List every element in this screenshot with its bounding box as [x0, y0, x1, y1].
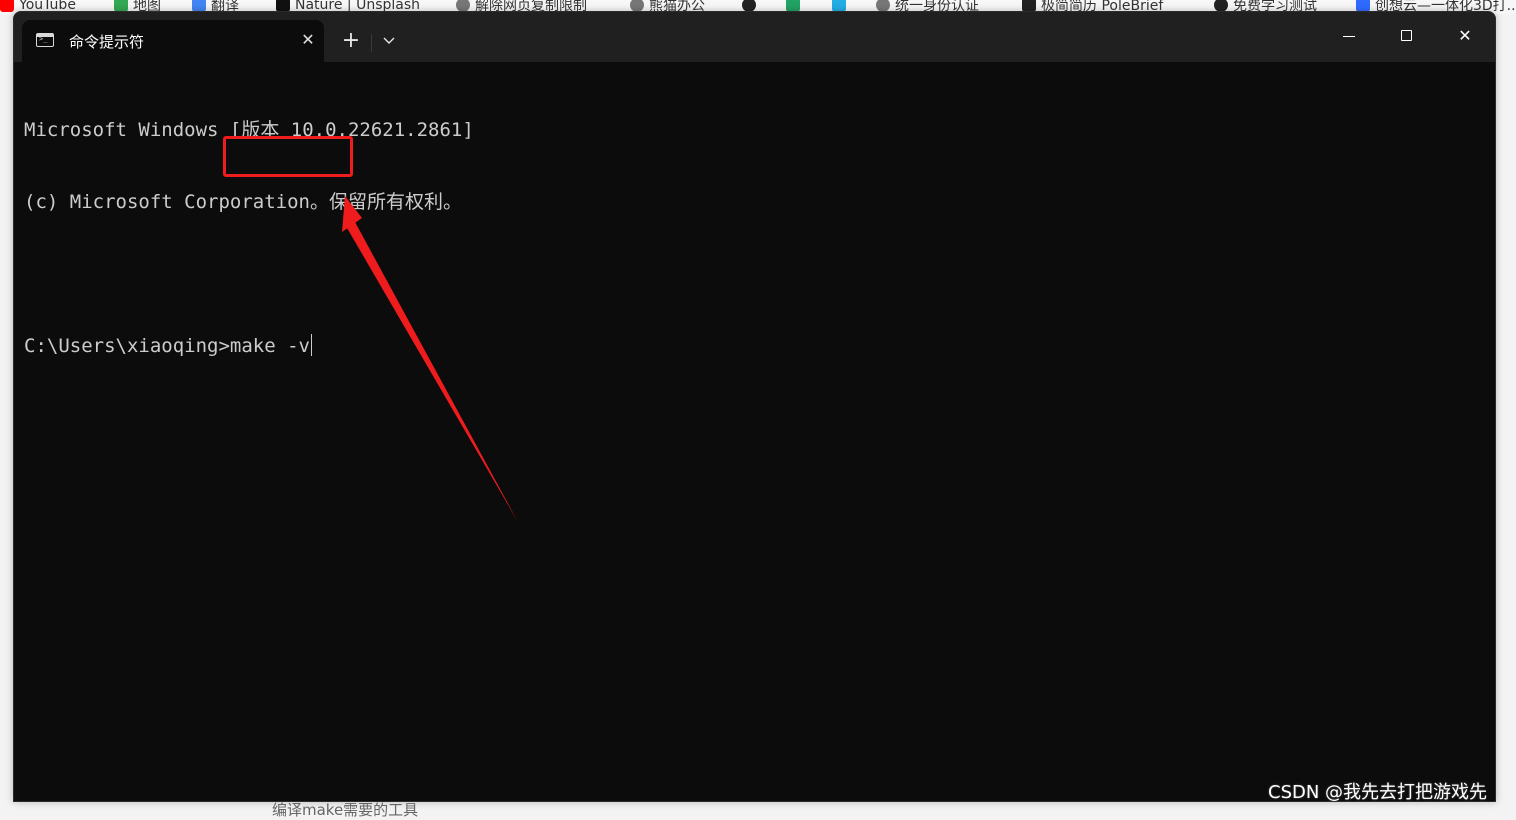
console-line: (c) Microsoft Corporation。保留所有权利。 [24, 191, 462, 213]
console-output[interactable]: Microsoft Windows [版本 10.0.22621.2861] (… [24, 70, 1485, 801]
tab-separator [371, 34, 372, 52]
terminal-icon [36, 33, 54, 47]
console-line: C:\Users\xiaoqing>make -v [24, 334, 1485, 358]
close-window-button[interactable]: ✕ [1436, 12, 1494, 60]
tab-command-prompt[interactable]: 命令提示符 ✕ [22, 20, 324, 62]
youtube-icon [0, 0, 14, 12]
terminal-window: 命令提示符 ✕ + ✕ Microsoft Windows [版本 10.0.2… [13, 11, 1496, 802]
caption-text: 编译make需要的工具 [272, 801, 419, 819]
new-tab-button[interactable]: + [337, 29, 365, 55]
highlight-box [223, 136, 353, 177]
close-icon: ✕ [1458, 26, 1472, 45]
tab-dropdown-button[interactable] [376, 30, 402, 54]
chevron-down-icon [383, 37, 395, 44]
title-bar[interactable]: 命令提示符 ✕ + ✕ [14, 12, 1495, 62]
tab-title: 命令提示符 [69, 33, 145, 51]
maximize-icon [1401, 30, 1412, 41]
watermark: CSDN @我先去打把游戏先 [1268, 782, 1488, 803]
minimize-icon [1343, 36, 1355, 37]
close-tab-button[interactable]: ✕ [298, 30, 318, 50]
maximize-button[interactable] [1378, 12, 1436, 60]
text-cursor [310, 334, 313, 356]
minimize-button[interactable] [1320, 12, 1378, 60]
command-prompt-line: C:\Users\xiaoqing>make -v [24, 335, 310, 357]
